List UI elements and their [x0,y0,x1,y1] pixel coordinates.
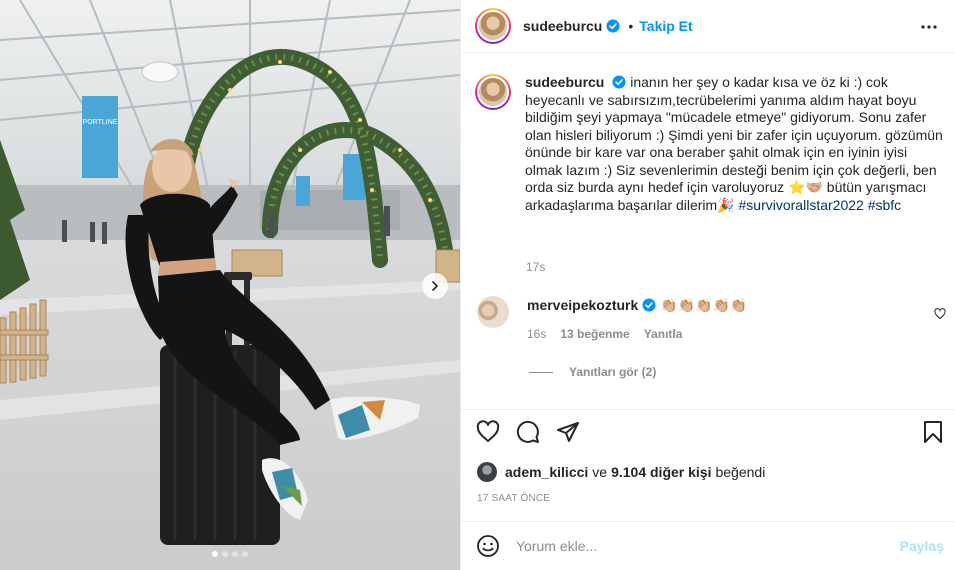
post-caption: sudeeburcu inanın her şey o kadar kısa v… [475,74,945,214]
comments-section[interactable]: sudeeburcu inanın her şey o kadar kısa v… [461,54,955,409]
airport-photo: PORTLINE [0,0,460,570]
liker-avatar[interactable] [477,462,497,482]
author-username[interactable]: sudeeburcu [523,18,602,34]
caption-author-avatar[interactable] [475,74,511,110]
caption-timestamp: 17s [526,260,546,274]
likes-suffix: beğendi [715,464,766,480]
likes-count[interactable]: 9.104 diğer kişi [611,464,711,480]
comment-timestamp: 16s [527,327,547,341]
post-timestamp[interactable]: 17 SAAT ÖNCE [477,493,550,504]
follow-button[interactable]: Takip Et [639,18,692,34]
more-options-icon[interactable] [920,18,938,36]
carousel-dot [232,551,238,557]
verified-icon [612,75,626,89]
caption-body: inanın her şey o kadar kısa ve öz ki :) … [525,74,943,213]
emoji-icon[interactable] [476,534,500,558]
heart-icon[interactable] [476,420,500,444]
caption-username[interactable]: sudeeburcu [525,74,604,90]
follow-separator: • [628,18,634,34]
verified-icon [642,298,656,312]
comment-icon[interactable] [516,420,540,444]
add-comment-bar: Paylaş [461,521,955,570]
comment-item: merveipekozturk 👏🏼👏🏼👏🏼👏🏼👏🏼 16s 13 beğenm… [475,296,945,341]
banner-text-1: PORTLINE [83,119,118,126]
comment-input[interactable] [516,538,886,554]
reply-button[interactable]: Yanıtla [644,327,683,341]
post-comment-button[interactable]: Paylaş [900,538,944,554]
action-bar [461,409,955,455]
comment-likes-count[interactable]: 13 beğenme [560,327,629,341]
post-photo[interactable]: PORTLINE [0,0,460,570]
carousel-next-button[interactable] [422,273,448,299]
carousel-indicator [0,551,460,557]
post-side-panel: sudeeburcu • Takip Et sudeeburcu inanın … [460,0,955,570]
chevron-right-icon [432,281,438,291]
commenter-username[interactable]: merveipekozturk [527,297,638,313]
first-liker-username[interactable]: adem_kilicci [505,464,588,480]
save-icon[interactable] [921,420,945,444]
verified-icon [606,19,620,33]
likes-summary: adem_kilicci ve 9.104 diğer kişi beğendi [477,462,769,482]
view-replies-label: Yanıtları gör (2) [569,365,657,379]
likes-joiner: ve [592,464,608,480]
carousel-dot [242,551,248,557]
view-replies-button[interactable]: Yanıtları gör (2) [529,365,656,379]
carousel-dot [212,551,218,557]
commenter-avatar[interactable] [477,296,509,328]
share-icon[interactable] [556,420,580,444]
carousel-dot [222,551,228,557]
caption-hashtags[interactable]: #survivorallstar2022 #sbfc [739,197,902,213]
comment-text: 👏🏼👏🏼👏🏼👏🏼👏🏼 [660,297,748,313]
author-avatar[interactable] [475,8,511,44]
comment-like-heart-icon[interactable] [934,308,946,320]
post-header: sudeeburcu • Takip Et [461,0,955,53]
replies-divider [529,371,553,373]
caption-text: sudeeburcu inanın her şey o kadar kısa v… [525,74,945,214]
